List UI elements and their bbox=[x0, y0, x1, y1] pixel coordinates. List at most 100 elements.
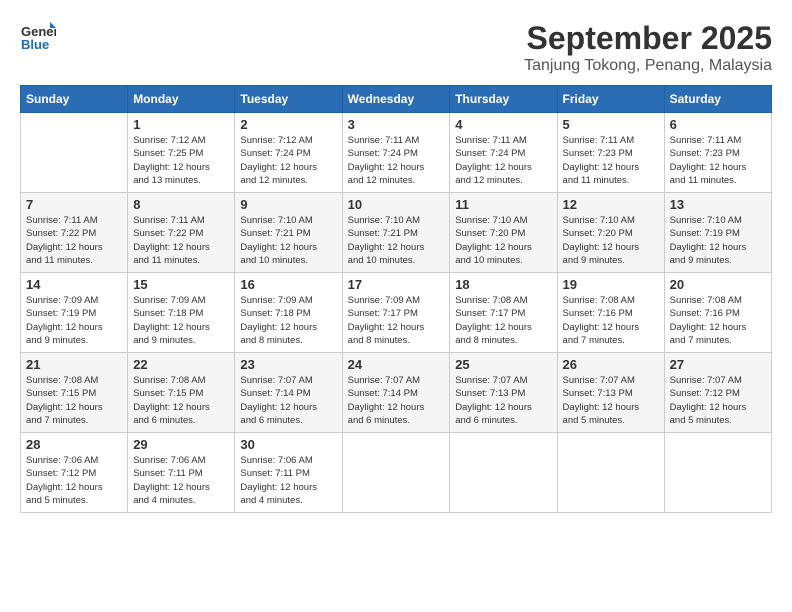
day-number: 7 bbox=[26, 197, 122, 212]
day-info: Sunrise: 7:09 AMSunset: 7:18 PMDaylight:… bbox=[133, 295, 210, 346]
day-info: Sunrise: 7:09 AMSunset: 7:17 PMDaylight:… bbox=[348, 295, 425, 346]
calendar-cell: 17 Sunrise: 7:09 AMSunset: 7:17 PMDaylig… bbox=[342, 273, 450, 353]
day-number: 11 bbox=[455, 197, 551, 212]
day-number: 24 bbox=[348, 357, 445, 372]
day-number: 5 bbox=[563, 117, 659, 132]
calendar-cell bbox=[450, 433, 557, 513]
day-number: 21 bbox=[26, 357, 122, 372]
day-number: 25 bbox=[455, 357, 551, 372]
header-thursday: Thursday bbox=[450, 86, 557, 113]
calendar-cell: 20 Sunrise: 7:08 AMSunset: 7:16 PMDaylig… bbox=[664, 273, 771, 353]
day-number: 8 bbox=[133, 197, 229, 212]
calendar-cell: 4 Sunrise: 7:11 AMSunset: 7:24 PMDayligh… bbox=[450, 113, 557, 193]
svg-text:Blue: Blue bbox=[21, 37, 49, 52]
day-info: Sunrise: 7:11 AMSunset: 7:22 PMDaylight:… bbox=[133, 215, 210, 266]
calendar-cell: 22 Sunrise: 7:08 AMSunset: 7:15 PMDaylig… bbox=[128, 353, 235, 433]
logo-svg: General Blue bbox=[20, 20, 56, 56]
calendar-cell: 14 Sunrise: 7:09 AMSunset: 7:19 PMDaylig… bbox=[21, 273, 128, 353]
day-info: Sunrise: 7:07 AMSunset: 7:12 PMDaylight:… bbox=[670, 375, 747, 426]
day-number: 22 bbox=[133, 357, 229, 372]
calendar-cell: 15 Sunrise: 7:09 AMSunset: 7:18 PMDaylig… bbox=[128, 273, 235, 353]
calendar-header-row: SundayMondayTuesdayWednesdayThursdayFrid… bbox=[21, 86, 772, 113]
calendar-cell: 25 Sunrise: 7:07 AMSunset: 7:13 PMDaylig… bbox=[450, 353, 557, 433]
day-info: Sunrise: 7:10 AMSunset: 7:19 PMDaylight:… bbox=[670, 215, 747, 266]
calendar-cell: 12 Sunrise: 7:10 AMSunset: 7:20 PMDaylig… bbox=[557, 193, 664, 273]
day-info: Sunrise: 7:08 AMSunset: 7:16 PMDaylight:… bbox=[670, 295, 747, 346]
day-info: Sunrise: 7:07 AMSunset: 7:13 PMDaylight:… bbox=[455, 375, 532, 426]
header-saturday: Saturday bbox=[664, 86, 771, 113]
header-wednesday: Wednesday bbox=[342, 86, 450, 113]
day-number: 28 bbox=[26, 437, 122, 452]
day-info: Sunrise: 7:11 AMSunset: 7:24 PMDaylight:… bbox=[348, 135, 425, 186]
day-number: 23 bbox=[240, 357, 336, 372]
day-info: Sunrise: 7:10 AMSunset: 7:21 PMDaylight:… bbox=[348, 215, 425, 266]
day-info: Sunrise: 7:12 AMSunset: 7:25 PMDaylight:… bbox=[133, 135, 210, 186]
calendar-cell: 1 Sunrise: 7:12 AMSunset: 7:25 PMDayligh… bbox=[128, 113, 235, 193]
calendar-cell: 2 Sunrise: 7:12 AMSunset: 7:24 PMDayligh… bbox=[235, 113, 342, 193]
calendar-cell: 24 Sunrise: 7:07 AMSunset: 7:14 PMDaylig… bbox=[342, 353, 450, 433]
day-number: 14 bbox=[26, 277, 122, 292]
day-info: Sunrise: 7:06 AMSunset: 7:12 PMDaylight:… bbox=[26, 455, 103, 506]
calendar-cell: 19 Sunrise: 7:08 AMSunset: 7:16 PMDaylig… bbox=[557, 273, 664, 353]
calendar-cell: 23 Sunrise: 7:07 AMSunset: 7:14 PMDaylig… bbox=[235, 353, 342, 433]
calendar-cell: 26 Sunrise: 7:07 AMSunset: 7:13 PMDaylig… bbox=[557, 353, 664, 433]
day-number: 26 bbox=[563, 357, 659, 372]
day-number: 30 bbox=[240, 437, 336, 452]
day-number: 16 bbox=[240, 277, 336, 292]
week-row-3: 14 Sunrise: 7:09 AMSunset: 7:19 PMDaylig… bbox=[21, 273, 772, 353]
week-row-1: 1 Sunrise: 7:12 AMSunset: 7:25 PMDayligh… bbox=[21, 113, 772, 193]
page-header: General Blue September 2025 Tanjung Toko… bbox=[20, 20, 772, 75]
day-number: 12 bbox=[563, 197, 659, 212]
day-info: Sunrise: 7:08 AMSunset: 7:16 PMDaylight:… bbox=[563, 295, 640, 346]
calendar-cell: 27 Sunrise: 7:07 AMSunset: 7:12 PMDaylig… bbox=[664, 353, 771, 433]
calendar-cell: 9 Sunrise: 7:10 AMSunset: 7:21 PMDayligh… bbox=[235, 193, 342, 273]
calendar-cell: 21 Sunrise: 7:08 AMSunset: 7:15 PMDaylig… bbox=[21, 353, 128, 433]
day-number: 1 bbox=[133, 117, 229, 132]
day-number: 4 bbox=[455, 117, 551, 132]
calendar-cell: 10 Sunrise: 7:10 AMSunset: 7:21 PMDaylig… bbox=[342, 193, 450, 273]
calendar-cell bbox=[21, 113, 128, 193]
title-block: September 2025 Tanjung Tokong, Penang, M… bbox=[524, 20, 772, 75]
day-info: Sunrise: 7:12 AMSunset: 7:24 PMDaylight:… bbox=[240, 135, 317, 186]
page-subtitle: Tanjung Tokong, Penang, Malaysia bbox=[524, 57, 772, 75]
day-number: 20 bbox=[670, 277, 766, 292]
page-title: September 2025 bbox=[524, 20, 772, 57]
day-number: 9 bbox=[240, 197, 336, 212]
week-row-5: 28 Sunrise: 7:06 AMSunset: 7:12 PMDaylig… bbox=[21, 433, 772, 513]
day-info: Sunrise: 7:10 AMSunset: 7:20 PMDaylight:… bbox=[563, 215, 640, 266]
day-number: 6 bbox=[670, 117, 766, 132]
calendar-cell: 5 Sunrise: 7:11 AMSunset: 7:23 PMDayligh… bbox=[557, 113, 664, 193]
day-info: Sunrise: 7:08 AMSunset: 7:15 PMDaylight:… bbox=[26, 375, 103, 426]
day-info: Sunrise: 7:07 AMSunset: 7:14 PMDaylight:… bbox=[348, 375, 425, 426]
day-number: 10 bbox=[348, 197, 445, 212]
calendar-cell: 11 Sunrise: 7:10 AMSunset: 7:20 PMDaylig… bbox=[450, 193, 557, 273]
calendar-cell bbox=[557, 433, 664, 513]
day-info: Sunrise: 7:10 AMSunset: 7:20 PMDaylight:… bbox=[455, 215, 532, 266]
day-number: 17 bbox=[348, 277, 445, 292]
day-number: 18 bbox=[455, 277, 551, 292]
calendar-cell: 13 Sunrise: 7:10 AMSunset: 7:19 PMDaylig… bbox=[664, 193, 771, 273]
day-number: 19 bbox=[563, 277, 659, 292]
day-number: 2 bbox=[240, 117, 336, 132]
calendar-cell: 16 Sunrise: 7:09 AMSunset: 7:18 PMDaylig… bbox=[235, 273, 342, 353]
calendar-cell: 8 Sunrise: 7:11 AMSunset: 7:22 PMDayligh… bbox=[128, 193, 235, 273]
day-number: 13 bbox=[670, 197, 766, 212]
day-number: 29 bbox=[133, 437, 229, 452]
logo: General Blue bbox=[20, 20, 56, 56]
day-info: Sunrise: 7:11 AMSunset: 7:23 PMDaylight:… bbox=[670, 135, 747, 186]
week-row-4: 21 Sunrise: 7:08 AMSunset: 7:15 PMDaylig… bbox=[21, 353, 772, 433]
calendar-cell: 7 Sunrise: 7:11 AMSunset: 7:22 PMDayligh… bbox=[21, 193, 128, 273]
day-info: Sunrise: 7:06 AMSunset: 7:11 PMDaylight:… bbox=[133, 455, 210, 506]
day-info: Sunrise: 7:07 AMSunset: 7:13 PMDaylight:… bbox=[563, 375, 640, 426]
calendar-cell: 18 Sunrise: 7:08 AMSunset: 7:17 PMDaylig… bbox=[450, 273, 557, 353]
day-info: Sunrise: 7:07 AMSunset: 7:14 PMDaylight:… bbox=[240, 375, 317, 426]
week-row-2: 7 Sunrise: 7:11 AMSunset: 7:22 PMDayligh… bbox=[21, 193, 772, 273]
calendar-cell bbox=[342, 433, 450, 513]
day-info: Sunrise: 7:06 AMSunset: 7:11 PMDaylight:… bbox=[240, 455, 317, 506]
header-monday: Monday bbox=[128, 86, 235, 113]
calendar-cell: 3 Sunrise: 7:11 AMSunset: 7:24 PMDayligh… bbox=[342, 113, 450, 193]
day-info: Sunrise: 7:08 AMSunset: 7:17 PMDaylight:… bbox=[455, 295, 532, 346]
day-info: Sunrise: 7:11 AMSunset: 7:22 PMDaylight:… bbox=[26, 215, 103, 266]
calendar-cell: 30 Sunrise: 7:06 AMSunset: 7:11 PMDaylig… bbox=[235, 433, 342, 513]
day-info: Sunrise: 7:11 AMSunset: 7:24 PMDaylight:… bbox=[455, 135, 532, 186]
